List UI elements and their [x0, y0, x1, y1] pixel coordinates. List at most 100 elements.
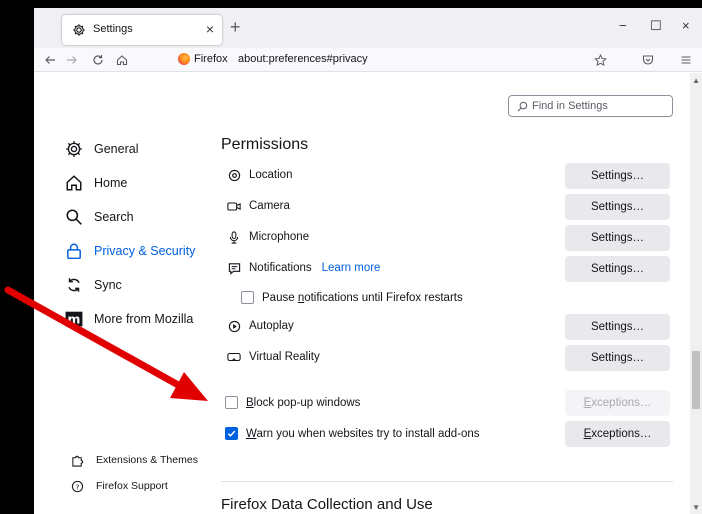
app-menu-button[interactable] [678, 52, 694, 68]
camera-icon [227, 199, 241, 213]
new-tab-button[interactable]: + [230, 18, 241, 36]
addons-exceptions-button[interactable]: Exceptions… [565, 421, 670, 447]
forward-arrow-icon [67, 56, 77, 64]
sidebar-item-home[interactable]: Home [64, 173, 127, 193]
reload-icon [93, 55, 103, 65]
microphone-settings-button[interactable]: Settings… [565, 225, 670, 251]
checkmark-icon [227, 430, 236, 437]
tab-close-button[interactable]: × [206, 21, 214, 37]
scroll-down-icon[interactable]: ▼ [692, 503, 700, 512]
help-icon: ? [70, 479, 84, 493]
pause-notifications-option[interactable]: Pause notifications until Firefox restar… [241, 291, 463, 304]
sidebar-item-label: Privacy & Security [94, 244, 196, 258]
permission-row-microphone: Microphone [227, 230, 309, 244]
permissions-heading: Permissions [221, 136, 309, 153]
sidebar-item-label: Sync [94, 278, 122, 292]
sidebar-item-label: Search [94, 210, 134, 224]
sidebar-item-more-from-mozilla[interactable]: m More from Mozilla [64, 309, 193, 329]
sidebar-item-label: Home [94, 176, 128, 190]
mozilla-icon: m [64, 309, 84, 329]
permission-label: Notifications [249, 262, 312, 274]
sidebar-footer-label: Firefox Support [96, 480, 168, 492]
sidebar-extensions-themes[interactable]: Extensions & Themes [70, 453, 198, 467]
scrollbar[interactable]: ▲ ▼ [690, 73, 702, 514]
sidebar-footer-label: Extensions & Themes [96, 454, 198, 466]
sidebar-item-search[interactable]: Search [64, 207, 134, 227]
permission-label: Microphone [249, 231, 310, 243]
maximize-button[interactable]: ☐ [650, 18, 662, 34]
find-in-settings-input[interactable]: Find in Settings [508, 95, 673, 117]
identity-box[interactable]: Firefox [178, 53, 228, 65]
permission-label: Autoplay [249, 320, 294, 332]
permission-row-notifications: Notifications Learn more [227, 261, 380, 275]
tab-title: Settings [93, 23, 133, 35]
firefox-logo-icon [178, 53, 190, 65]
sidebar-item-general[interactable]: General [64, 139, 138, 159]
minimize-button[interactable]: − [619, 18, 627, 34]
back-arrow-icon [45, 56, 55, 64]
home-button[interactable] [114, 52, 130, 68]
location-settings-button[interactable]: Settings… [565, 163, 670, 189]
svg-text:m: m [68, 313, 81, 327]
notifications-learn-more-link[interactable]: Learn more [322, 262, 381, 274]
url-text[interactable]: about:preferences#privacy [238, 53, 368, 65]
pocket-icon [642, 55, 654, 65]
sidebar-item-label: General [94, 142, 139, 156]
camera-settings-button[interactable]: Settings… [565, 194, 670, 220]
gear-icon [72, 23, 86, 37]
identity-label: Firefox [194, 53, 228, 65]
tab-settings[interactable]: Settings × [62, 15, 222, 45]
pause-notifications-label: Pause notifications until Firefox restar… [262, 291, 463, 304]
sidebar-item-sync[interactable]: Sync [64, 275, 122, 295]
data-collection-heading: Firefox Data Collection and Use [221, 496, 433, 513]
block-popups-label: Block pop-up windows [246, 396, 361, 409]
search-icon [64, 207, 84, 227]
autoplay-settings-button[interactable]: Settings… [565, 314, 670, 340]
warn-addons-label: Warn you when websites try to install ad… [246, 427, 480, 440]
warn-addons-checkbox[interactable] [225, 427, 238, 440]
permission-label: Camera [249, 200, 290, 212]
star-icon [593, 53, 607, 66]
screen-frame-left [0, 0, 34, 514]
sync-icon [64, 275, 84, 295]
search-icon [517, 101, 528, 111]
popup-exceptions-button: Exceptions… [565, 390, 670, 416]
sidebar-firefox-support[interactable]: ? Firefox Support [70, 479, 168, 493]
navigation-toolbar: Firefox about:preferences#privacy [34, 48, 702, 72]
bookmark-star-button[interactable] [592, 52, 608, 68]
section-divider [221, 481, 673, 482]
forward-button[interactable] [64, 52, 80, 68]
screen-frame-top [0, 0, 702, 8]
puzzle-icon [70, 453, 84, 467]
location-icon [227, 168, 241, 182]
home-icon [116, 55, 128, 66]
vr-settings-button[interactable]: Settings… [565, 345, 670, 371]
svg-text:?: ? [75, 482, 79, 491]
permission-label: Virtual Reality [249, 351, 320, 363]
find-placeholder: Find in Settings [532, 100, 608, 112]
permission-row-location: Location [227, 168, 292, 182]
pause-notifications-checkbox[interactable] [241, 291, 254, 304]
permission-row-autoplay: Autoplay [227, 319, 294, 333]
scrollbar-thumb[interactable] [692, 351, 700, 409]
block-popups-checkbox[interactable] [225, 396, 238, 409]
permission-row-camera: Camera [227, 199, 290, 213]
notification-icon [227, 261, 241, 275]
tab-strip: Settings × + − ☐ × [34, 8, 702, 48]
reload-button[interactable] [90, 52, 106, 68]
close-window-button[interactable]: × [682, 18, 690, 34]
microphone-icon [227, 230, 241, 244]
home-icon [64, 173, 84, 193]
warn-addons-option[interactable]: Warn you when websites try to install ad… [225, 427, 480, 440]
scroll-up-icon[interactable]: ▲ [692, 76, 700, 85]
gear-icon [64, 139, 84, 159]
browser-window: Settings × + − ☐ × Firefox about:prefere… [34, 8, 702, 514]
notifications-settings-button[interactable]: Settings… [565, 256, 670, 282]
permission-row-virtual-reality: Virtual Reality [227, 350, 320, 364]
pocket-button[interactable] [640, 52, 656, 68]
back-button[interactable] [42, 52, 58, 68]
url-bar[interactable]: Firefox about:preferences#privacy [178, 50, 618, 70]
sidebar-item-privacy-security[interactable]: Privacy & Security [64, 241, 195, 261]
block-popups-option[interactable]: Block pop-up windows [225, 396, 360, 409]
sidebar-item-label: More from Mozilla [94, 312, 194, 326]
